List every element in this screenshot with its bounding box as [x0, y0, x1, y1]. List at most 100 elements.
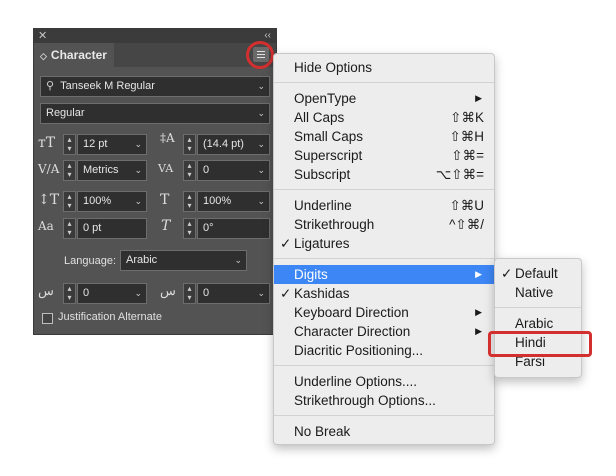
menu-item-shortcut: ⌥⇧⌘= [435, 167, 484, 182]
submenu-item-default[interactable]: ✓ Default [495, 264, 581, 283]
horizontal-scale-field[interactable]: 100% ⌄ [197, 191, 270, 212]
checkmark-icon: ✓ [280, 286, 292, 301]
kashida-icon: س [160, 284, 176, 299]
baseline-shift-field[interactable]: 0 pt [77, 218, 147, 239]
menu-item-diacritic-positioning[interactable]: Diacritic Positioning... [274, 341, 494, 360]
submenu-item-native[interactable]: Native [495, 283, 581, 302]
font-style-field[interactable]: Regular ⌄ [40, 103, 270, 124]
kerning-stepper[interactable]: ▴ ▾ [63, 160, 76, 181]
horizontal-scale-stepper[interactable]: ▴ ▾ [183, 191, 196, 212]
menu-item-underline[interactable]: Underline ⇧⌘U [274, 196, 494, 215]
menu-item-hide-options[interactable]: Hide Options [274, 58, 494, 77]
menu-item-label: OpenType [294, 91, 357, 106]
checkmark-icon: ✓ [501, 266, 513, 281]
menu-item-digits[interactable]: Digits ▶ [274, 265, 494, 284]
chevron-down-icon[interactable]: ⌄ [134, 161, 142, 180]
menu-item-kashidas[interactable]: ✓ Kashidas [274, 284, 494, 303]
menu-item-shortcut: ⇧⌘K [450, 110, 484, 125]
menu-item-ligatures[interactable]: ✓ Ligatures [274, 234, 494, 253]
kerning-value: Metrics [83, 164, 119, 176]
skew-field[interactable]: 0° [197, 218, 270, 239]
annotation-circle [246, 41, 274, 69]
chevron-down-icon[interactable]: ⌄ [257, 77, 265, 96]
kashida-left-field[interactable]: 0 ⌄ [77, 283, 147, 304]
menu-separator [274, 415, 494, 416]
menu-item-opentype[interactable]: OpenType ▶ [274, 89, 494, 108]
menu-item-label: Digits [294, 267, 328, 282]
chevron-down-icon[interactable]: ⌄ [257, 284, 265, 303]
horizontal-scale-value: 100% [203, 195, 232, 207]
font-size-field[interactable]: 12 pt ⌄ [77, 134, 147, 155]
vertical-scale-field[interactable]: 100% ⌄ [77, 191, 147, 212]
font-style-value: Regular [46, 107, 85, 119]
menu-item-label: Superscript [294, 148, 363, 163]
tracking-value: 0 [203, 164, 210, 176]
kashida-right-value: 0 [203, 287, 210, 299]
kerning-icon: V/A [38, 162, 60, 176]
vertical-scale-stepper[interactable]: ▴ ▾ [63, 191, 76, 212]
menu-item-superscript[interactable]: Superscript ⇧⌘= [274, 146, 494, 165]
chevron-down-icon[interactable]: ⌄ [134, 192, 142, 211]
chevron-down-icon[interactable]: ⌄ [134, 135, 142, 154]
menu-item-keyboard-direction[interactable]: Keyboard Direction ▶ [274, 303, 494, 322]
menu-item-all-caps[interactable]: All Caps ⇧⌘K [274, 108, 494, 127]
kashida-right-field[interactable]: 0 ⌄ [197, 283, 270, 304]
menu-item-strikethrough[interactable]: Strikethrough ^⇧⌘/ [274, 215, 494, 234]
submenu-item-label: Default [515, 266, 558, 281]
tab-expand-icon: ◇ [40, 51, 47, 61]
tab-label: Character [50, 48, 107, 62]
kerning-field[interactable]: Metrics ⌄ [77, 160, 147, 181]
chevron-down-icon[interactable]: ⌄ [257, 104, 265, 123]
kashida-left-stepper[interactable]: ▴ ▾ [63, 283, 76, 304]
close-icon[interactable]: ✕ [38, 29, 47, 43]
skew-icon: T [161, 218, 171, 234]
horizontal-scale-icon: T [160, 192, 170, 208]
language-field[interactable]: Arabic ⌄ [120, 250, 247, 271]
font-size-stepper[interactable]: ▴ ▾ [63, 134, 76, 155]
leading-icon: ‡A [160, 131, 175, 145]
menu-item-label: Strikethrough Options... [294, 393, 436, 408]
submenu-arrow-icon: ▶ [475, 269, 482, 279]
character-panel: ✕ ‹‹ ◇ Character ⚲ Tanseek M Regular ⌄ Re… [33, 28, 277, 335]
submenu-item-label: Native [515, 285, 554, 300]
menu-item-underline-options[interactable]: Underline Options.... [274, 372, 494, 391]
chevron-down-icon[interactable]: ⌄ [257, 135, 265, 154]
tracking-field[interactable]: 0 ⌄ [197, 160, 270, 181]
menu-item-label: Underline [294, 198, 352, 213]
font-family-field[interactable]: ⚲ Tanseek M Regular ⌄ [40, 76, 270, 97]
font-family-value: Tanseek M Regular [60, 80, 155, 92]
menu-item-character-direction[interactable]: Character Direction ▶ [274, 322, 494, 341]
justification-alternate-checkbox[interactable] [42, 313, 53, 324]
chevron-down-icon[interactable]: ⌄ [257, 192, 265, 211]
kashida-icon: س [38, 284, 54, 299]
collapse-icon[interactable]: ‹‹ [264, 29, 271, 43]
menu-item-no-break[interactable]: No Break [274, 422, 494, 441]
tab-character[interactable]: ◇ Character [34, 43, 114, 67]
skew-stepper[interactable]: ▴ ▾ [183, 218, 196, 239]
menu-item-label: Diacritic Positioning... [294, 343, 424, 358]
menu-item-small-caps[interactable]: Small Caps ⇧⌘H [274, 127, 494, 146]
menu-item-label: Underline Options.... [294, 374, 418, 389]
menu-item-label: Small Caps [294, 129, 364, 144]
search-icon: ⚲ [46, 80, 55, 92]
skew-value: 0° [203, 222, 214, 234]
chevron-down-icon[interactable]: ⌄ [257, 161, 265, 180]
menu-item-subscript[interactable]: Subscript ⌥⇧⌘= [274, 165, 494, 184]
menu-separator [274, 258, 494, 259]
menu-item-shortcut: ^⇧⌘/ [449, 217, 484, 232]
menu-item-strikethrough-options[interactable]: Strikethrough Options... [274, 391, 494, 410]
menu-separator [495, 307, 581, 308]
menu-item-shortcut: ⇧⌘= [451, 148, 484, 163]
leading-stepper[interactable]: ▴ ▾ [183, 134, 196, 155]
tracking-stepper[interactable]: ▴ ▾ [183, 160, 196, 181]
kashida-right-stepper[interactable]: ▴ ▾ [183, 283, 196, 304]
baseline-shift-stepper[interactable]: ▴ ▾ [63, 218, 76, 239]
font-size-icon: ᴛT [38, 135, 56, 151]
chevron-down-icon[interactable]: ⌄ [234, 251, 242, 270]
leading-field[interactable]: (14.4 pt) ⌄ [197, 134, 270, 155]
menu-item-label: Keyboard Direction [294, 305, 409, 320]
chevron-down-icon[interactable]: ⌄ [134, 284, 142, 303]
vertical-scale-value: 100% [83, 195, 112, 207]
baseline-shift-icon: Aa [38, 219, 54, 233]
checkmark-icon: ✓ [280, 236, 292, 251]
